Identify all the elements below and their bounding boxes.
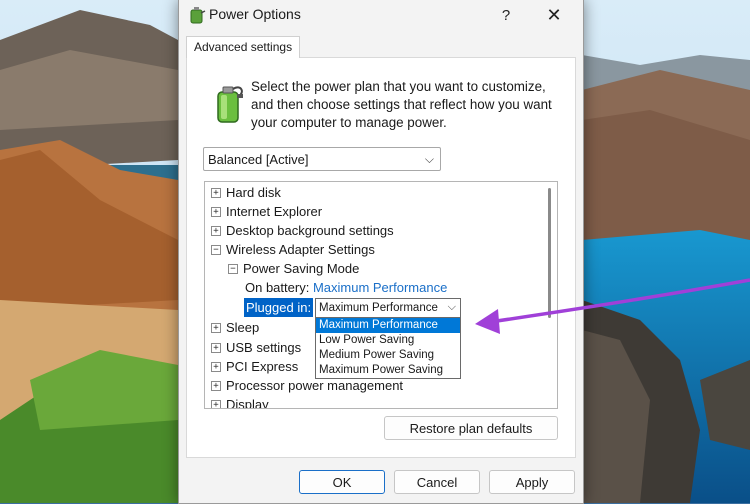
plugged-in-select[interactable]: Maximum Performance ⌵ (315, 298, 461, 318)
expand-icon[interactable]: + (211, 400, 221, 408)
power-options-dialog: Power Options ? ✕ Advanced settings Sele… (178, 0, 584, 504)
advanced-settings-panel: Select the power plan that you want to c… (186, 57, 576, 458)
dropdown-option-maximum-power-saving[interactable]: Maximum Power Saving (316, 363, 460, 378)
ok-button[interactable]: OK (299, 470, 385, 494)
expand-icon[interactable]: + (211, 362, 221, 372)
tree-item-label: Hard disk (226, 185, 281, 200)
tree-item-label: Sleep (226, 320, 260, 335)
dropdown-option-medium-power-saving[interactable]: Medium Power Saving (316, 348, 460, 363)
power-options-icon (190, 7, 206, 24)
tab-advanced-settings[interactable]: Advanced settings (186, 36, 301, 58)
expand-icon[interactable]: + (211, 323, 221, 333)
battery-plug-icon (217, 86, 243, 123)
help-button[interactable]: ? (483, 0, 529, 30)
tree-item-label: Power Saving Mode (243, 261, 360, 276)
description-text: Select the power plan that you want to c… (251, 79, 552, 130)
restore-defaults-button[interactable]: Restore plan defaults (384, 416, 558, 440)
expand-icon[interactable]: + (211, 226, 221, 236)
expand-icon[interactable]: + (211, 207, 221, 217)
expand-icon[interactable]: + (211, 343, 221, 353)
cancel-button[interactable]: Cancel (394, 470, 480, 494)
window-title: Power Options (209, 6, 301, 22)
expand-icon[interactable]: + (211, 381, 221, 391)
plugged-in-label: Plugged in: (244, 298, 314, 317)
chevron-down-icon: ⌵ (424, 152, 434, 166)
expand-icon[interactable]: + (211, 188, 221, 198)
tree-item-label: PCI Express (226, 359, 299, 374)
on-battery-label: On battery: (245, 280, 310, 295)
apply-button[interactable]: Apply (489, 470, 575, 494)
power-plan-value: Balanced [Active] (208, 152, 309, 167)
collapse-icon[interactable]: − (228, 264, 238, 274)
plugged-in-value: Maximum Performance (319, 302, 438, 314)
settings-tree[interactable]: + Hard disk + Internet Explorer + Deskto… (204, 181, 558, 409)
tree-scrollbar[interactable] (548, 188, 551, 318)
tree-item-label: USB settings (226, 340, 302, 355)
tree-item-label: Desktop background settings (226, 223, 394, 238)
power-plan-select[interactable]: Balanced [Active] ⌵ (203, 147, 441, 171)
on-battery-row[interactable]: On battery: Maximum Performance (245, 278, 447, 297)
tree-item-label: Wireless Adapter Settings (226, 242, 375, 257)
plugged-in-dropdown[interactable]: Maximum Performance Low Power Saving Med… (315, 317, 461, 379)
collapse-icon[interactable]: − (211, 245, 221, 255)
dropdown-option-low-power-saving[interactable]: Low Power Saving (316, 333, 460, 348)
dropdown-option-maximum-performance[interactable]: Maximum Performance (316, 318, 460, 333)
on-battery-value[interactable]: Maximum Performance (313, 280, 447, 295)
tree-item-label: Internet Explorer (226, 204, 323, 219)
title-bar[interactable]: Power Options ? ✕ (179, 0, 583, 30)
chevron-down-icon: ⌵ (447, 301, 456, 313)
tree-item-label: Display (226, 397, 269, 409)
close-button[interactable]: ✕ (531, 0, 577, 30)
